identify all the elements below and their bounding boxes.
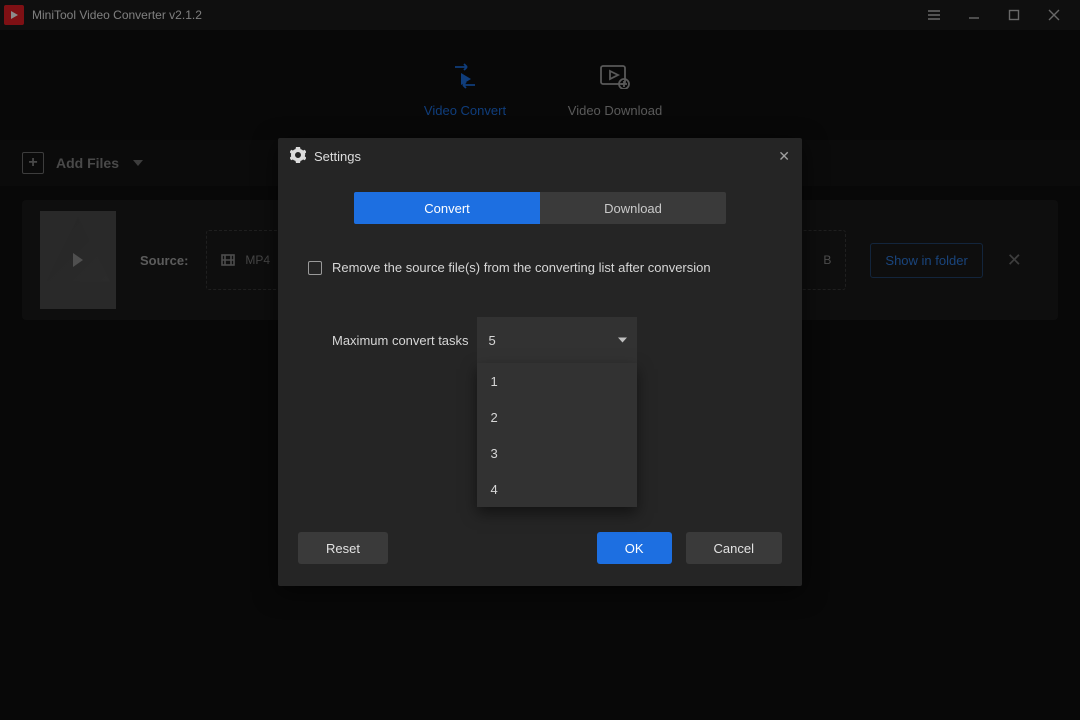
- settings-title: Settings: [314, 149, 361, 164]
- ok-button[interactable]: OK: [597, 532, 672, 564]
- close-settings-button[interactable]: ✕: [778, 148, 790, 165]
- max-tasks-label: Maximum convert tasks: [332, 333, 469, 348]
- option-2[interactable]: 2: [477, 399, 637, 435]
- settings-tabs: Convert Download: [354, 192, 726, 224]
- reset-button[interactable]: Reset: [298, 532, 388, 564]
- cancel-button[interactable]: Cancel: [686, 532, 782, 564]
- settings-dialog: Settings ✕ Convert Download Remove the s…: [278, 138, 802, 586]
- checkbox-icon: [308, 261, 322, 275]
- max-tasks-dropdown: 1 2 3 4: [477, 363, 637, 507]
- max-tasks-current: 5: [489, 333, 496, 348]
- option-1[interactable]: 1: [477, 363, 637, 399]
- remove-source-checkbox-row[interactable]: Remove the source file(s) from the conve…: [308, 260, 772, 275]
- caret-down-icon: [618, 333, 627, 348]
- remove-source-label: Remove the source file(s) from the conve…: [332, 260, 711, 275]
- gear-icon: [290, 147, 306, 166]
- settings-tab-convert[interactable]: Convert: [354, 192, 540, 224]
- option-4[interactable]: 4: [477, 471, 637, 507]
- max-tasks-select[interactable]: 5 1 2 3 4: [477, 317, 637, 363]
- option-3[interactable]: 3: [477, 435, 637, 471]
- settings-tab-download[interactable]: Download: [540, 192, 726, 224]
